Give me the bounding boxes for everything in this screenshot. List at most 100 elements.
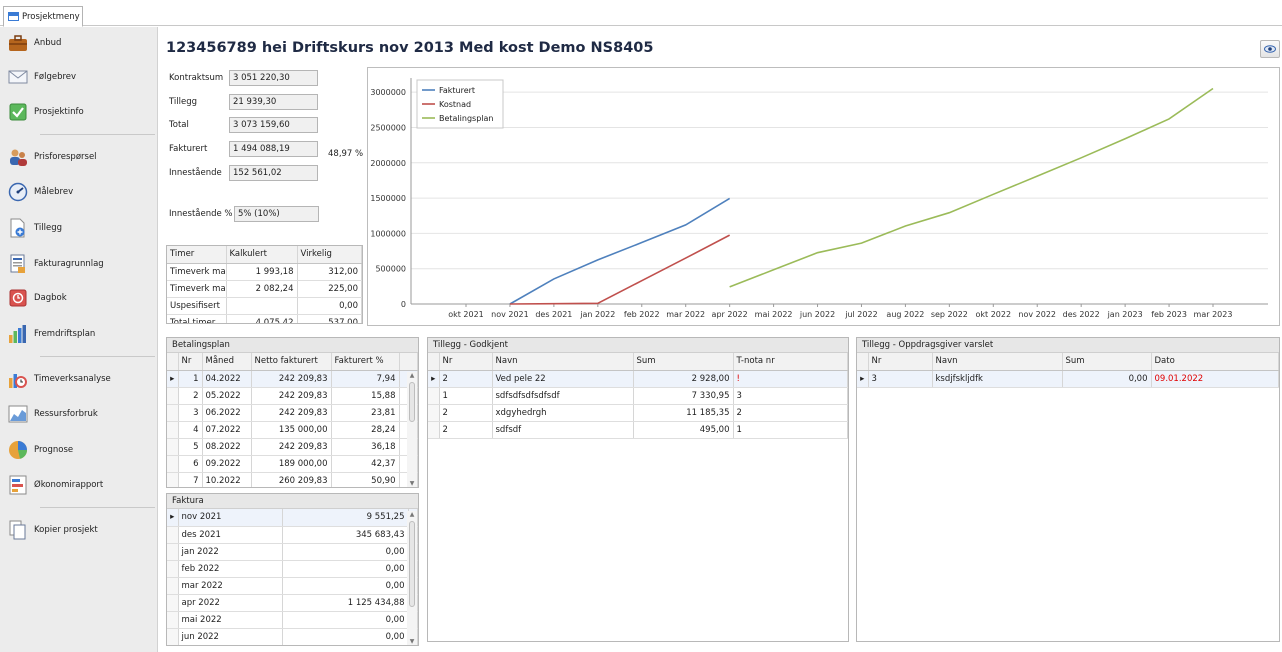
table-cell: 0,00 xyxy=(297,297,362,315)
total-field[interactable]: 3 073 159,60 xyxy=(229,117,318,133)
column-header[interactable]: Nr xyxy=(178,353,203,371)
sidebar-item-dagbok[interactable]: Dagbok xyxy=(8,285,67,311)
x-tick-label: okt 2021 xyxy=(448,310,484,319)
faktura-scrollbar[interactable]: ▲ ▼ xyxy=(407,511,417,645)
table-cell: 07.2022 xyxy=(202,421,252,439)
sidebar-item-prognose[interactable]: Prognose xyxy=(8,437,73,463)
tab-prosjektmeny[interactable]: Prosjektmeny xyxy=(3,6,83,27)
column-header[interactable]: Navn xyxy=(932,353,1063,371)
row-indicator xyxy=(167,577,179,595)
table-row[interactable]: Total timer 4 075,42 537,00 xyxy=(167,314,362,323)
sidebar-item-anbud[interactable]: Anbud xyxy=(8,30,61,56)
column-header[interactable]: Nr xyxy=(439,353,493,371)
column-header[interactable]: Kalkulert xyxy=(226,246,298,264)
gauge-icon xyxy=(8,182,28,202)
column-header[interactable]: Navn xyxy=(492,353,634,371)
sidebar-item-fakturagrunnlag[interactable]: Fakturagrunnlag xyxy=(8,251,104,277)
table-row[interactable]: 2 xdgyhedrgh 11 185,35 2 xyxy=(428,404,848,422)
sidebar-divider xyxy=(40,356,155,357)
column-header[interactable]: Netto fakturert xyxy=(251,353,332,371)
sidebar-item-prisforesporsel[interactable]: Prisforespørsel xyxy=(8,144,97,170)
scroll-down-icon[interactable]: ▼ xyxy=(408,638,416,645)
table-cell: 15,88 xyxy=(331,387,400,405)
tillegg-varslet-panel: Tillegg - Oppdragsgiver varslet Nr Navn … xyxy=(856,337,1280,642)
innestaaende-field[interactable]: 152 561,02 xyxy=(229,165,318,181)
column-header[interactable]: Dato xyxy=(1151,353,1279,371)
table-row[interactable]: apr 2022 1 125 434,88 xyxy=(167,594,418,612)
table-row[interactable]: jun 2022 0,00 xyxy=(167,628,418,645)
table-row[interactable]: 2 sdfsdf 495,00 1 xyxy=(428,421,848,439)
sidebar-item-ressursforbruk[interactable]: Ressursforbruk xyxy=(8,401,98,427)
table-row[interactable]: ▸ 1 04.2022 242 209,83 7,94 xyxy=(167,370,418,388)
window-icon xyxy=(8,12,19,21)
table-cell: 42,37 xyxy=(331,455,400,473)
table-cell: 242 209,83 xyxy=(251,404,332,422)
table-row[interactable]: 2 05.2022 242 209,83 15,88 xyxy=(167,387,418,405)
line-chart: 0 500000 1000000 1500000 2000000 2500000 30000… xyxy=(370,78,1268,319)
kontraktsum-field[interactable]: 3 051 220,30 xyxy=(229,70,318,86)
scroll-thumb[interactable] xyxy=(409,382,415,422)
table-cell: xdgyhedrgh xyxy=(492,404,634,422)
table-row[interactable]: ▸ nov 2021 9 551,25 xyxy=(167,509,418,527)
table-row[interactable]: 1 sdfsdfsdfsdfsdf 7 330,95 3 xyxy=(428,387,848,405)
table-row[interactable]: Uspesifisert 0,00 xyxy=(167,297,362,315)
sidebar-item-malebrev[interactable]: Målebrev xyxy=(8,179,73,205)
table-row[interactable]: 5 08.2022 242 209,83 36,18 xyxy=(167,438,418,456)
table-row[interactable]: Timeverk ma... 1 993,18 312,00 xyxy=(167,263,362,281)
table-row[interactable]: mar 2022 0,00 xyxy=(167,577,418,595)
scroll-up-icon[interactable]: ▲ xyxy=(408,511,416,518)
table-cell: jan 2022 xyxy=(178,543,283,561)
column-header[interactable]: Sum xyxy=(1062,353,1152,371)
series-line-betalingsplan xyxy=(729,87,1214,288)
sidebar-item-timeverksanalyse[interactable]: Timeverksanalyse xyxy=(8,366,111,392)
view-button[interactable] xyxy=(1260,40,1280,58)
row-indicator xyxy=(167,455,179,473)
sidebar-item-okonomirapport[interactable]: Økonomirapport xyxy=(8,472,103,498)
innestaaende-label: Innestående xyxy=(169,168,222,178)
table-cell: 2 xyxy=(439,370,493,388)
column-header[interactable]: Virkelig xyxy=(297,246,362,264)
chart-panel: 0 500000 1000000 1500000 2000000 2500000 30000… xyxy=(367,67,1280,326)
table-row[interactable]: jan 2022 0,00 xyxy=(167,543,418,561)
table-row[interactable]: feb 2022 0,00 xyxy=(167,560,418,578)
sidebar-item-folgebrev[interactable]: Følgebrev xyxy=(8,64,76,90)
column-header[interactable]: Måned xyxy=(202,353,252,371)
scroll-thumb[interactable] xyxy=(409,521,415,607)
table-row[interactable]: 7 10.2022 260 209,83 50,90 xyxy=(167,472,418,487)
scroll-up-icon[interactable]: ▲ xyxy=(408,372,416,379)
table-cell: 0,00 xyxy=(282,560,409,578)
tillegg-godkjent-panel: Tillegg - Godkjent Nr Navn Sum T-nota nr… xyxy=(427,337,849,642)
table-cell: Uspesifisert xyxy=(167,297,227,315)
table-cell: Total timer xyxy=(167,314,227,323)
x-tick-label: jul 2022 xyxy=(844,310,877,319)
table-cell: 04.2022 xyxy=(202,370,252,388)
column-header[interactable]: Nr xyxy=(868,353,933,371)
betalingsplan-scrollbar[interactable]: ▲ ▼ xyxy=(407,372,417,487)
table-cell: 225,00 xyxy=(297,280,362,298)
column-header[interactable]: Fakturert % xyxy=(331,353,400,371)
sidebar-item-tillegg[interactable]: Tillegg xyxy=(8,215,62,241)
scroll-down-icon[interactable]: ▼ xyxy=(408,480,416,487)
table-row[interactable]: 6 09.2022 189 000,00 42,37 xyxy=(167,455,418,473)
table-row[interactable]: des 2021 345 683,43 xyxy=(167,526,418,544)
table-row[interactable]: 4 07.2022 135 000,00 28,24 xyxy=(167,421,418,439)
table-cell: 1 xyxy=(178,370,203,388)
column-header[interactable]: Timer xyxy=(167,246,227,264)
sidebar-item-fremdriftsplan[interactable]: Fremdriftsplan xyxy=(8,321,95,347)
table-row[interactable]: ▸ 2 Ved pele 22 2 928,00 ! xyxy=(428,370,848,388)
sidebar-item-prosjektinfo[interactable]: Prosjektinfo xyxy=(8,99,84,125)
innestaaende-pct-field[interactable]: 5% (10%) xyxy=(234,206,319,222)
column-header[interactable]: Sum xyxy=(633,353,734,371)
table-row[interactable]: Timeverk ma... 2 082,24 225,00 xyxy=(167,280,362,298)
fakturert-field[interactable]: 1 494 088,19 xyxy=(229,141,318,157)
sidebar-item-kopier-prosjekt[interactable]: Kopier prosjekt xyxy=(8,517,98,543)
table-row[interactable]: mai 2022 0,00 xyxy=(167,611,418,629)
timer-icon xyxy=(8,369,28,389)
table-cell: 0,00 xyxy=(282,543,409,561)
table-row[interactable]: 3 06.2022 242 209,83 23,81 xyxy=(167,404,418,422)
tillegg-field[interactable]: 21 939,30 xyxy=(229,94,318,110)
table-cell: 242 209,83 xyxy=(251,438,332,456)
column-header[interactable]: T-nota nr xyxy=(733,353,848,371)
table-row[interactable]: ▸ 3 ksdjfskljdfk 0,00 09.01.2022 xyxy=(857,370,1279,388)
table-cell: 7 330,95 xyxy=(633,387,734,405)
